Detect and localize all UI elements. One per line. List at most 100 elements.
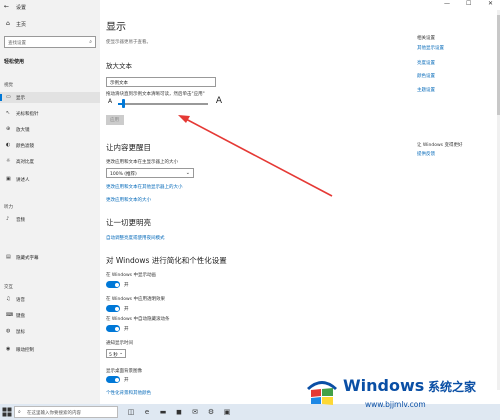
sidebar-item-label: 颜色滤镜 [16,144,34,149]
sidebar-item-display[interactable]: ▭ 显示 [0,92,100,103]
search-icon: ⌕ [89,39,92,45]
taskbar-search[interactable]: ⌕ 在这里输入你要搜索的内容 [14,406,118,418]
related-link[interactable]: 颜色设置 [417,73,435,79]
slider-thumb[interactable] [121,99,125,108]
store-icon[interactable]: ◼ [174,407,184,417]
chevron-down-icon: ⌄ [119,351,123,356]
mail-icon[interactable]: ✉ [190,407,200,417]
toggle-switch[interactable] [106,281,120,288]
personalize-link[interactable]: 个性化背景和其他颜色 [106,390,151,396]
sidebar-item-label: 隐藏式字幕 [16,256,39,261]
selected-indicator [0,94,2,101]
sidebar-item-magnifier[interactable]: ⊕ 放大镜 [0,124,100,135]
sidebar-item-label: 放大镜 [16,128,30,133]
text-size-link[interactable]: 更改应用和文本的大小 [106,197,151,203]
color-filter-icon: ◐ [6,142,11,148]
chevron-down-icon: ⌄ [185,170,190,176]
toggle-state: 开 [124,327,129,332]
scale-value: 100% (推荐) [110,172,137,177]
home-icon[interactable]: ⌂ [6,20,10,27]
sidebar-item-captions[interactable]: ▤ 隐藏式字幕 [0,252,100,263]
close-button[interactable]: ✕ [488,0,493,7]
search-input[interactable]: 查找设置 ⌕ [4,36,96,48]
toggle-state: 开 [124,283,129,288]
large-a-label: A [215,96,222,106]
toggle-state: 开 [124,307,129,312]
feedback-link[interactable]: 提供反馈 [417,151,435,157]
related-link[interactable]: 亮度设置 [417,60,435,66]
group-vision: 视觉 [4,83,13,88]
watermark-url: www.bjjmlv.com [365,400,426,409]
sidebar: ← 设置 ⌂ 主页 查找设置 ⌕ 轻松使用 视觉 ▭ 显示 ↖ 光标和指针 ⊕ 放大镜 ◐ 颜… [0,0,100,404]
watermark-windows: Windows [343,376,425,395]
watermark-logo-icon [307,381,337,405]
toggle-label: 在 Windows 中自动隐藏滚动条 [106,317,170,322]
settings-icon[interactable]: ⚙ [206,407,216,417]
page-title: 显示 [106,22,126,33]
magnifier-icon: ⊕ [6,126,11,132]
watermark-cn: 系统之家 [428,380,477,394]
brightness-link[interactable]: 自动调整亮度或使用夜间模式 [106,235,165,241]
watermark: Windows 系统之家 www.bjjmlv.com [305,372,495,412]
app-icon[interactable]: ▣ [222,407,232,417]
sidebar-item-label: 眼动控制 [16,348,34,353]
home-link[interactable]: 主页 [16,21,26,28]
sidebar-item-speech[interactable]: ♫ 语音 [0,294,100,305]
scale-dropdown[interactable]: 100% (推荐) ⌄ [106,168,194,178]
group-hearing: 听力 [4,205,13,210]
search-icon: ⌕ [18,409,21,415]
sidebar-item-label: 讲述人 [16,178,30,183]
sidebar-item-keyboard[interactable]: ⌨ 键盘 [0,310,100,321]
bigger-text-heading: 放大文本 [106,62,132,70]
windows-start-icon[interactable] [2,407,12,417]
back-arrow-icon[interactable]: ← [4,3,9,10]
eye-control-icon: ◉ [6,346,11,352]
sidebar-item-pointer[interactable]: ↖ 光标和指针 [0,108,100,119]
toggle-label: 在 Windows 中显示动画 [106,273,156,278]
keyboard-icon: ⌨ [6,312,14,318]
sidebar-item-contrast[interactable]: ☼ 高对比度 [0,156,100,167]
pointer-icon: ↖ [6,110,11,116]
toggle-label: 在 Windows 中应用透明效果 [106,297,165,302]
notification-time-dropdown[interactable]: 5 秒 ⌄ [106,349,126,358]
sample-text-field[interactable]: 示例文本 [106,77,216,87]
speech-icon: ♫ [6,296,11,302]
slider-track [118,103,208,105]
feedback-heading: 让 Windows 变得更好 [417,143,463,148]
taskbar-search-text: 在这里输入你要搜索的内容 [27,411,81,416]
sidebar-item-label: 键盘 [16,314,25,319]
app-size-label: 更改应用和文本在主显示器上的大小 [106,160,178,165]
related-settings-heading: 相关设置 [417,36,435,41]
related-link[interactable]: 其他显示设置 [417,45,444,51]
sidebar-item-label: 光标和指针 [16,112,39,117]
edge-icon[interactable]: e [142,407,152,417]
sidebar-item-audio[interactable]: ♪ 音频 [0,214,100,225]
sidebar-item-narrator[interactable]: ▣ 讲述人 [0,174,100,185]
notification-time-label: 通知显示时间 [106,341,133,346]
toggle-switch[interactable] [106,325,120,332]
sidebar-item-mouse[interactable]: ◍ 鼠标 [0,326,100,337]
toggle-switch[interactable] [106,305,120,312]
text-size-slider[interactable]: A A [108,96,222,108]
sidebar-item-label: 语音 [16,298,25,303]
settings-window: ← 设置 ⌂ 主页 查找设置 ⌕ 轻松使用 视觉 ▭ 显示 ↖ 光标和指针 ⊕ 放大镜 ◐ 颜… [0,0,500,404]
small-a-label: A [108,98,113,105]
sample-text: 示例文本 [110,81,128,86]
main-content: — ☐ ✕ 显示 使显示器更易于查看。 放大文本 示例文本 拖动滑块直到示例文本… [100,0,500,404]
maximize-button[interactable]: ☐ [466,0,471,7]
minimize-button[interactable]: — [444,0,450,7]
sidebar-item-label: 音频 [16,218,25,223]
explorer-icon[interactable]: ▬ [158,407,168,417]
audio-icon: ♪ [6,216,10,222]
sidebar-item-eye-control[interactable]: ◉ 眼动控制 [0,344,100,355]
other-display-size-link[interactable]: 更改应用和文本在其他显示器上的大小 [106,184,183,190]
task-view-icon[interactable]: ◫ [126,407,136,417]
related-link[interactable]: 主题设置 [417,87,435,93]
background-toggle-state: 开 [124,378,129,383]
sidebar-item-color-filter[interactable]: ◐ 颜色滤镜 [0,140,100,151]
everything-bigger-heading: 让内容更醒目 [106,143,151,152]
captions-icon: ▤ [6,254,11,260]
sidebar-item-label: 鼠标 [16,330,25,335]
apply-button[interactable]: 应用 [106,115,124,125]
background-toggle[interactable] [106,376,120,383]
